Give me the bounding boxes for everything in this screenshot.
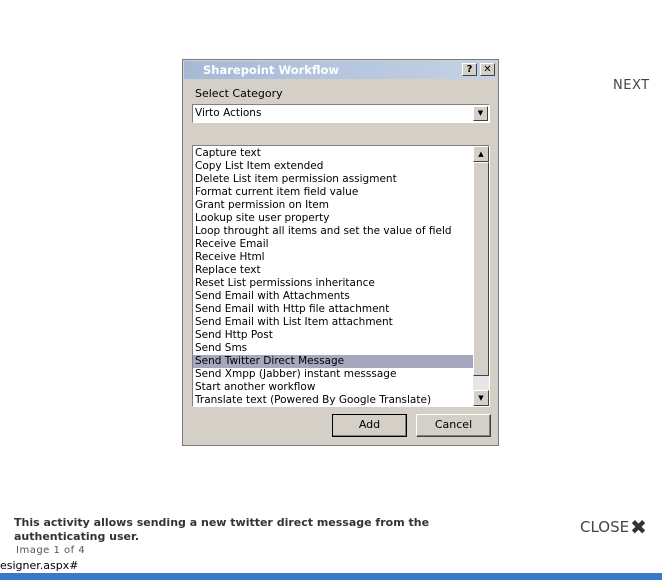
- list-item[interactable]: Send Http Post: [193, 329, 473, 342]
- list-item[interactable]: Receive Email: [193, 238, 473, 251]
- listbox-scrollbar[interactable]: ▲ ▼: [473, 146, 489, 406]
- category-select-value: Virto Actions: [195, 107, 262, 119]
- browser-status-bar: esigner.aspx#: [0, 558, 662, 573]
- image-counter: Image 1 of 4: [16, 545, 86, 556]
- list-item[interactable]: Send Sms: [193, 342, 473, 355]
- list-item[interactable]: Copy List Item extended: [193, 160, 473, 173]
- sharepoint-workflow-dialog: Sharepoint Workflow ? ✕ Select Category …: [182, 59, 499, 446]
- category-label: Select Category: [195, 87, 283, 100]
- list-item[interactable]: Translate text (Powered By Google Transl…: [193, 394, 473, 406]
- dialog-titlebar: Sharepoint Workflow ? ✕: [184, 61, 497, 79]
- dialog-title: Sharepoint Workflow: [203, 63, 340, 77]
- list-item[interactable]: Grant permission on Item: [193, 199, 473, 212]
- list-item[interactable]: Send Twitter Direct Message: [193, 355, 473, 368]
- list-item[interactable]: Format current item field value: [193, 186, 473, 199]
- add-button[interactable]: Add: [332, 414, 407, 437]
- close-label: CLOSE: [580, 518, 630, 536]
- taskbar-strip: [0, 573, 662, 580]
- list-item[interactable]: Delete List item permission assigment: [193, 173, 473, 186]
- list-item[interactable]: Receive Html: [193, 251, 473, 264]
- close-icon: ✖: [630, 515, 647, 539]
- list-item[interactable]: Start another workflow: [193, 381, 473, 394]
- list-item[interactable]: Send Email with Attachments: [193, 290, 473, 303]
- chevron-down-icon[interactable]: ▼: [473, 106, 488, 121]
- help-button[interactable]: ?: [462, 63, 477, 76]
- actions-listbox[interactable]: Capture text Copy List Item extended Delet…: [192, 145, 490, 407]
- list-item[interactable]: Reset List permissions inheritance: [193, 277, 473, 290]
- scroll-thumb[interactable]: [473, 162, 489, 376]
- list-item[interactable]: Send Email with Http file attachment: [193, 303, 473, 316]
- next-link[interactable]: NEXT: [613, 78, 650, 93]
- scroll-down-icon[interactable]: ▼: [473, 390, 489, 406]
- list-item[interactable]: Send Email with List Item attachment: [193, 316, 473, 329]
- list-item[interactable]: Lookup site user property: [193, 212, 473, 225]
- list-item[interactable]: Send Xmpp (Jabber) instant messsage: [193, 368, 473, 381]
- cancel-button[interactable]: Cancel: [416, 414, 491, 437]
- list-item[interactable]: Capture text: [193, 147, 473, 160]
- category-select[interactable]: Virto Actions ▼: [192, 104, 490, 123]
- list-item[interactable]: Loop throught all items and set the valu…: [193, 225, 473, 238]
- dialog-close-button[interactable]: ✕: [480, 63, 495, 76]
- status-url: esigner.aspx#: [0, 559, 79, 572]
- actions-list: Capture text Copy List Item extended Delet…: [193, 147, 473, 406]
- close-link[interactable]: CLOSE ✖: [580, 515, 647, 539]
- list-item[interactable]: Replace text: [193, 264, 473, 277]
- image-caption: This activity allows sending a new twitt…: [14, 516, 430, 543]
- scroll-up-icon[interactable]: ▲: [473, 146, 489, 162]
